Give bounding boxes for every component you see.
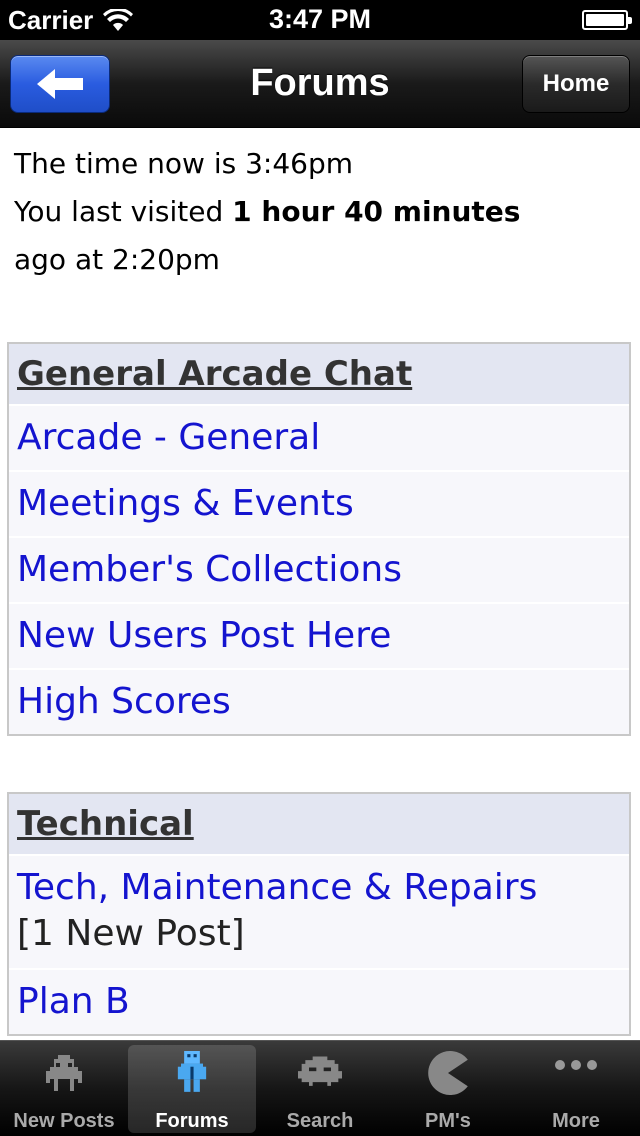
tab-label: Forums: [155, 1110, 229, 1132]
tab-label: New Posts: [13, 1110, 115, 1132]
forum-link-meetings-events[interactable]: Meetings & Events: [17, 482, 621, 526]
more-icon: [555, 1060, 597, 1070]
tab-bar: New Posts Forums Search PM's More: [0, 1040, 640, 1136]
section-header[interactable]: General Arcade Chat: [9, 344, 629, 404]
section-title[interactable]: General Arcade Chat: [17, 354, 412, 394]
forum-item[interactable]: Tech, Maintenance & Repairs [1 New Post]: [9, 854, 629, 968]
tab-new-posts[interactable]: New Posts: [0, 1041, 128, 1136]
forum-link-tech-maintenance[interactable]: Tech, Maintenance & Repairs: [17, 866, 621, 910]
tab-label: More: [552, 1110, 600, 1132]
tab-search[interactable]: Search: [256, 1041, 384, 1136]
status-time: 3:47 PM: [268, 4, 372, 34]
space-invader-icon: [298, 1056, 342, 1086]
pacman-icon: [428, 1051, 468, 1095]
tab-pms[interactable]: PM's: [384, 1041, 512, 1136]
home-button[interactable]: Home: [522, 55, 630, 113]
forum-item[interactable]: High Scores: [9, 668, 629, 734]
last-visited: You last visited 1 hour 40 minutes: [14, 195, 521, 228]
forum-section-technical: Technical Tech, Maintenance & Repairs [1…: [7, 792, 631, 1036]
last-visited-duration: 1 hour 40 minutes: [232, 195, 521, 228]
forum-link-new-users[interactable]: New Users Post Here: [17, 614, 621, 658]
tab-label: Search: [286, 1110, 354, 1132]
forum-item[interactable]: Member's Collections: [9, 536, 629, 602]
tab-more[interactable]: More: [512, 1041, 640, 1136]
forum-section-general-arcade-chat: General Arcade Chat Arcade - General Mee…: [7, 342, 631, 736]
forum-item[interactable]: Arcade - General: [9, 404, 629, 470]
forum-item[interactable]: Meetings & Events: [9, 470, 629, 536]
tab-label: PM's: [425, 1110, 471, 1132]
forum-item[interactable]: New Users Post Here: [9, 602, 629, 668]
section-title[interactable]: Technical: [17, 804, 194, 844]
time-now: The time now is 3:46pm: [14, 147, 354, 180]
forum-link-plan-b[interactable]: Plan B: [17, 980, 621, 1024]
forum-link-arcade-general[interactable]: Arcade - General: [17, 416, 621, 460]
section-header[interactable]: Technical: [9, 794, 629, 854]
new-post-count: [1 New Post]: [17, 913, 245, 954]
forum-list-content[interactable]: The time now is 3:46pm You last visited …: [0, 128, 640, 1040]
tab-forums[interactable]: Forums: [128, 1045, 256, 1133]
navigation-bar: Forums Home: [0, 40, 640, 128]
last-visited-time: ago at 2:20pm: [14, 243, 220, 276]
status-bar: Carrier 3:47 PM: [0, 0, 640, 40]
forum-item[interactable]: Plan B: [9, 968, 629, 1034]
space-invader-icon: [46, 1055, 82, 1091]
forum-link-high-scores[interactable]: High Scores: [17, 680, 621, 724]
forum-link-members-collections[interactable]: Member's Collections: [17, 548, 621, 592]
visit-info: The time now is 3:46pm You last visited …: [14, 140, 624, 284]
robot-icon: [177, 1051, 207, 1092]
battery-icon: [582, 10, 632, 30]
